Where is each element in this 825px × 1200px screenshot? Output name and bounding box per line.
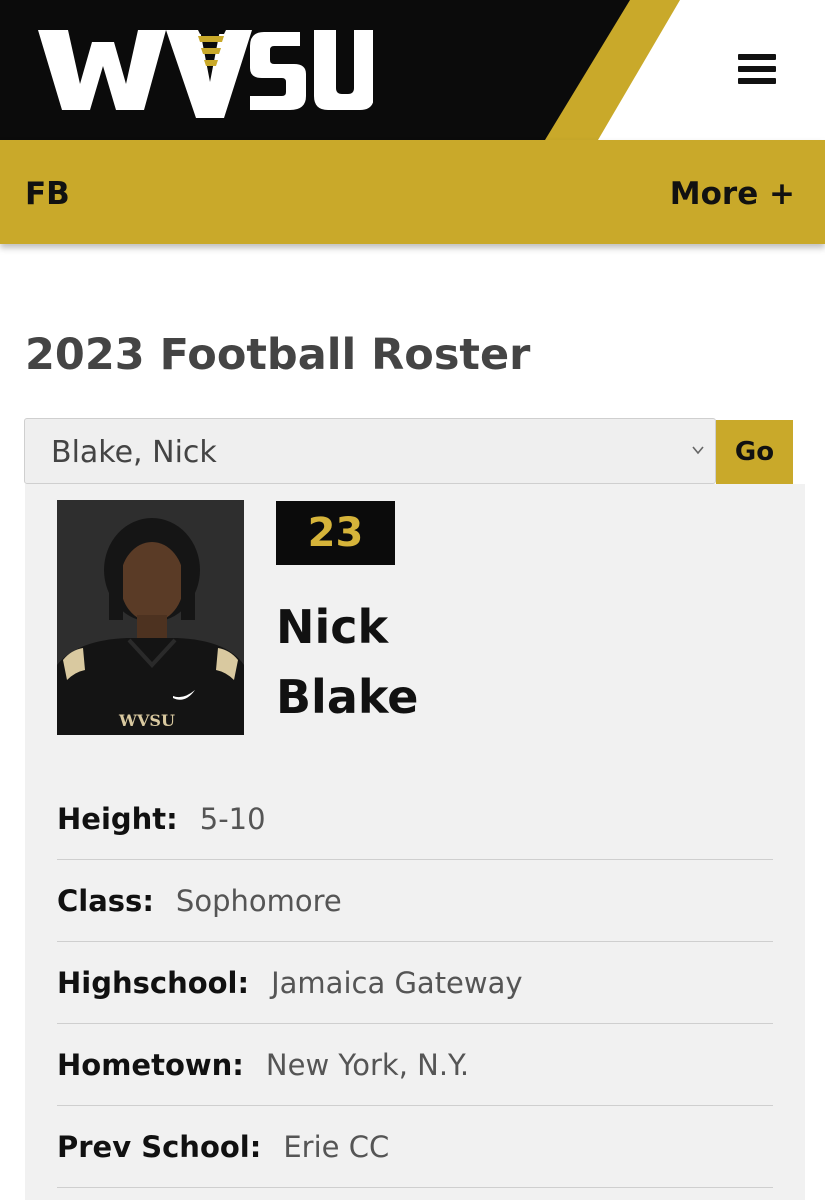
- detail-value: Erie CC: [283, 1129, 390, 1164]
- detail-value: Jamaica Gateway: [271, 965, 523, 1000]
- detail-row-highschool: Highschool: Jamaica Gateway: [57, 942, 773, 1024]
- more-menu-button[interactable]: More +: [670, 176, 795, 212]
- wvsu-logo-mark: [38, 30, 373, 118]
- player-first-name: Nick: [276, 600, 389, 654]
- menu-bar: [738, 66, 776, 72]
- chevron-down-icon: [692, 446, 704, 455]
- sport-subnav: FB More +: [0, 140, 825, 244]
- page-title: 2023 Football Roster: [25, 330, 531, 380]
- selected-player-value: Blake, Nick: [51, 435, 217, 470]
- player-photo: WVSU: [57, 500, 244, 735]
- detail-value: New York, N.Y.: [265, 1047, 470, 1082]
- player-portrait-image: WVSU: [57, 500, 244, 735]
- sport-label[interactable]: FB: [25, 176, 70, 212]
- menu-bar: [738, 54, 776, 60]
- detail-value: Sophomore: [175, 883, 342, 918]
- jersey-lettering: WVSU: [118, 711, 175, 730]
- player-last-name: Blake: [276, 670, 419, 724]
- detail-row-hometown: Hometown: New York, N.Y.: [57, 1024, 773, 1106]
- detail-label: Height:: [57, 801, 178, 836]
- site-header: [0, 0, 825, 140]
- player-details-list: Height: 5-10 Class: Sophomore Highschool…: [57, 778, 773, 1188]
- detail-label: Prev School:: [57, 1129, 262, 1164]
- go-button[interactable]: Go: [716, 420, 793, 484]
- detail-label: Highschool:: [57, 965, 250, 1000]
- roster-player-select[interactable]: Blake, Nick: [24, 418, 716, 484]
- detail-value: 5-10: [199, 801, 266, 836]
- menu-bar: [738, 78, 776, 84]
- detail-label: Class:: [57, 883, 154, 918]
- detail-row-prev-school: Prev School: Erie CC: [57, 1106, 773, 1188]
- detail-row-class: Class: Sophomore: [57, 860, 773, 942]
- detail-row-height: Height: 5-10: [57, 778, 773, 860]
- detail-label: Hometown:: [57, 1047, 244, 1082]
- hamburger-menu-icon[interactable]: [732, 50, 780, 88]
- wvsu-logo[interactable]: [38, 22, 373, 122]
- player-name: Nick Blake: [276, 592, 418, 732]
- jersey-number-badge: 23: [276, 501, 395, 565]
